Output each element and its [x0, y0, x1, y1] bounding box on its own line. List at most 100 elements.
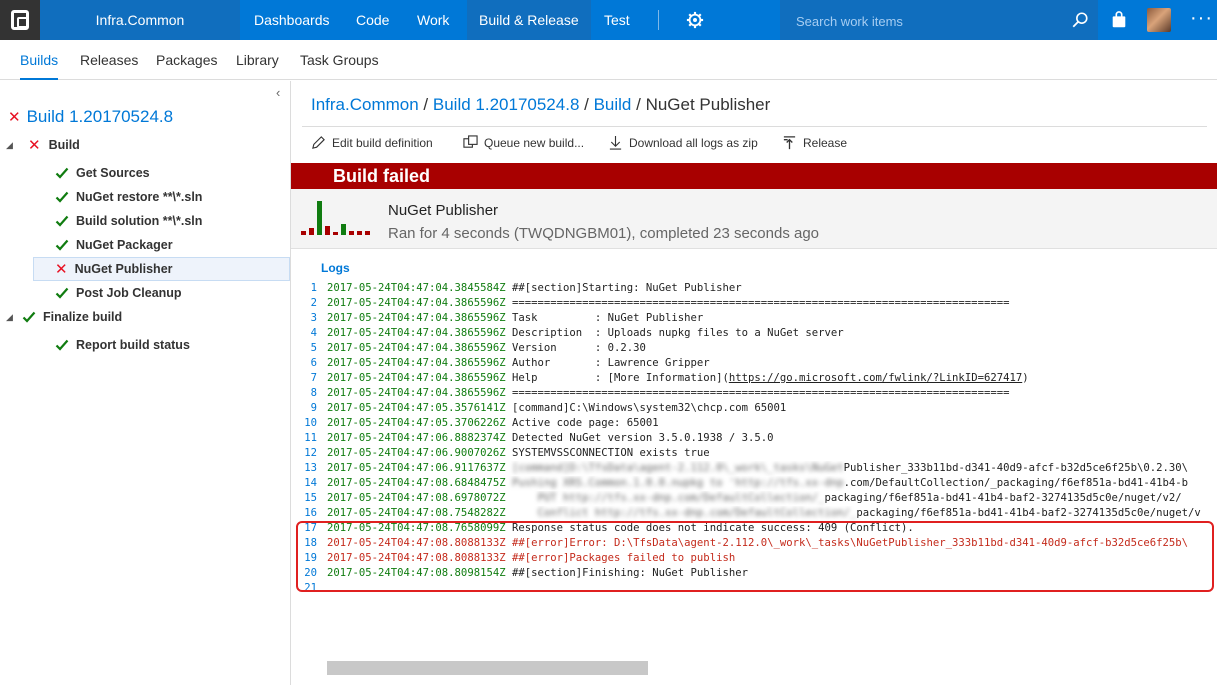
- log-text: .com/DefaultCollection/_packaging/f6ef85…: [843, 477, 1189, 489]
- project-name[interactable]: Infra.Common: [40, 0, 240, 40]
- success-check-icon: [55, 167, 69, 179]
- nav-code[interactable]: Code: [344, 0, 401, 40]
- nav-dashboards[interactable]: Dashboards: [242, 0, 342, 40]
- tab-builds[interactable]: Builds: [20, 40, 59, 80]
- line-number[interactable]: 2: [303, 296, 317, 311]
- log-timestamp: 2017-05-24T04:47:06.8882374Z: [327, 432, 506, 444]
- download-logs-button[interactable]: Download all logs as zip: [608, 135, 758, 150]
- tree-item-nuget-restore[interactable]: NuGet restore **\*.sln: [0, 185, 290, 209]
- log-timestamp: 2017-05-24T04:47:08.6978072Z: [327, 492, 506, 504]
- queue-new-build-button[interactable]: Queue new build...: [463, 135, 584, 150]
- expand-triangle-icon[interactable]: ◢: [6, 140, 18, 151]
- log-line: 1 2017-05-24T04:47:04.3845584Z ##[section…: [303, 281, 1217, 296]
- tree-item-finalize-build[interactable]: ◢ Finalize build: [0, 305, 290, 329]
- edit-build-definition-button[interactable]: Edit build definition: [311, 135, 433, 150]
- line-number[interactable]: 9: [303, 401, 317, 416]
- line-number[interactable]: 5: [303, 341, 317, 356]
- more-options-icon[interactable]: ···: [1190, 0, 1213, 40]
- log-timestamp: 2017-05-24T04:47:04.3865596Z: [327, 312, 506, 324]
- log-text: Publisher_333b11bd-d341-40d9-afcf-b32d5c…: [843, 462, 1189, 474]
- log-text: Task : NuGet Publisher: [505, 312, 704, 324]
- log-line: 2 2017-05-24T04:47:04.3865596Z ==========…: [303, 296, 1217, 311]
- tree-item-report-build-status[interactable]: Report build status: [0, 333, 290, 357]
- nav-test[interactable]: Test: [592, 0, 642, 40]
- nav-work[interactable]: Work: [405, 0, 461, 40]
- top-navigation-bar: Infra.Common Dashboards Code Work Build …: [0, 0, 1217, 40]
- tab-task-groups[interactable]: Task Groups: [300, 40, 379, 80]
- nav-build-release[interactable]: Build & Release: [467, 0, 591, 40]
- pencil-icon: [312, 136, 325, 149]
- success-check-icon: [22, 311, 36, 323]
- collapse-panel-icon[interactable]: ‹: [276, 85, 280, 100]
- log-text: SYSTEMVSSCONNECTION exists true: [505, 447, 710, 459]
- logs-tab[interactable]: Logs: [321, 261, 350, 275]
- tree-item-build-solution[interactable]: Build solution **\*.sln: [0, 209, 290, 233]
- line-number[interactable]: 8: [303, 386, 317, 401]
- release-button[interactable]: Release: [782, 135, 847, 150]
- gear-icon[interactable]: [686, 11, 704, 29]
- log-text: Version : 0.2.30: [505, 342, 646, 354]
- search-icon[interactable]: [1071, 11, 1089, 29]
- tree-item-label: Build solution **\*.sln: [76, 214, 203, 228]
- log-line: 13 2017-05-24T04:47:06.9117637Z [command]…: [303, 461, 1217, 476]
- breadcrumb-section[interactable]: Build: [594, 95, 632, 114]
- line-number[interactable]: 15: [303, 491, 317, 506]
- log-text: Help : [More Information](: [505, 372, 729, 384]
- log-timestamp: 2017-05-24T04:47:06.9007026Z: [327, 447, 506, 459]
- tree-item-label: Post Job Cleanup: [76, 286, 182, 300]
- log-timestamp: 2017-05-24T04:47:04.3865596Z: [327, 297, 506, 309]
- queue-icon: [463, 135, 478, 148]
- line-number[interactable]: 14: [303, 476, 317, 491]
- line-number[interactable]: 12: [303, 446, 317, 461]
- line-number[interactable]: 1: [303, 281, 317, 296]
- tree-item-label: NuGet Publisher: [74, 262, 173, 276]
- line-number[interactable]: 10: [303, 416, 317, 431]
- redacted-text: PUT http://tfs.xx-dnp.com/DefaultCollect…: [505, 492, 825, 504]
- divider: [302, 126, 1207, 127]
- tree-item-post-job-cleanup[interactable]: Post Job Cleanup: [0, 281, 290, 305]
- line-number[interactable]: 16: [303, 506, 317, 521]
- marketplace-bag-icon[interactable]: [1110, 11, 1128, 29]
- tab-releases[interactable]: Releases: [80, 40, 138, 80]
- breadcrumb: Infra.Common / Build 1.20170524.8 / Buil…: [311, 95, 770, 115]
- breadcrumb-build[interactable]: Build 1.20170524.8: [433, 95, 580, 114]
- log-line: 9 2017-05-24T04:47:05.3576141Z [command]C…: [303, 401, 1217, 416]
- log-timestamp: 2017-05-24T04:47:04.3865596Z: [327, 372, 506, 384]
- log-text: ========================================…: [505, 387, 1010, 399]
- tab-library[interactable]: Library: [236, 40, 279, 80]
- log-text: Detected NuGet version 3.5.0.1938 / 3.5.…: [505, 432, 774, 444]
- horizontal-scrollbar[interactable]: [327, 661, 648, 675]
- log-line: 6 2017-05-24T04:47:04.3865596Z Author : L…: [303, 356, 1217, 371]
- tree-item-build[interactable]: ◢ ✕ Build: [0, 133, 290, 157]
- line-number[interactable]: 7: [303, 371, 317, 386]
- search-input[interactable]: [796, 12, 1056, 30]
- line-number[interactable]: 11: [303, 431, 317, 446]
- line-number[interactable]: 4: [303, 326, 317, 341]
- tree-item-label: Finalize build: [43, 310, 123, 324]
- build-history-chart[interactable]: [301, 199, 371, 235]
- line-number[interactable]: 13: [303, 461, 317, 476]
- log-text: ##[section]Starting: NuGet Publisher: [505, 282, 742, 294]
- help-link[interactable]: https://go.microsoft.com/fwlink/?LinkID=…: [729, 372, 1022, 384]
- build-title[interactable]: ✕ Build 1.20170524.8: [8, 107, 173, 127]
- tab-packages[interactable]: Packages: [156, 40, 217, 80]
- line-number[interactable]: 3: [303, 311, 317, 326]
- tree-item-get-sources[interactable]: Get Sources: [0, 161, 290, 185]
- log-text: [command]C:\Windows\system32\chcp.com 65…: [505, 402, 787, 414]
- success-check-icon: [55, 215, 69, 227]
- vsts-logo-icon[interactable]: [0, 0, 40, 40]
- step-title: NuGet Publisher: [388, 202, 499, 219]
- tree-item-nuget-packager[interactable]: NuGet Packager: [0, 233, 290, 257]
- step-subtitle: Ran for 4 seconds (TWQDNGBM01), complete…: [388, 225, 820, 242]
- line-number[interactable]: 6: [303, 356, 317, 371]
- breadcrumb-separator: /: [418, 95, 433, 114]
- user-avatar[interactable]: [1147, 8, 1171, 32]
- build-steps-panel: ‹ ✕ Build 1.20170524.8 ◢ ✕ Build Get Sou…: [0, 81, 291, 685]
- expand-triangle-icon[interactable]: ◢: [6, 312, 18, 323]
- log-line: 5 2017-05-24T04:47:04.3865596Z Version : …: [303, 341, 1217, 356]
- breadcrumb-project[interactable]: Infra.Common: [311, 95, 419, 114]
- log-timestamp: 2017-05-24T04:47:04.3865596Z: [327, 342, 506, 354]
- tree-item-nuget-publisher[interactable]: ✕ NuGet Publisher: [33, 257, 290, 281]
- release-icon: [783, 136, 796, 150]
- redacted-text: Pushing XRS.Common.1.0.0.nupkg to 'http:…: [505, 477, 844, 489]
